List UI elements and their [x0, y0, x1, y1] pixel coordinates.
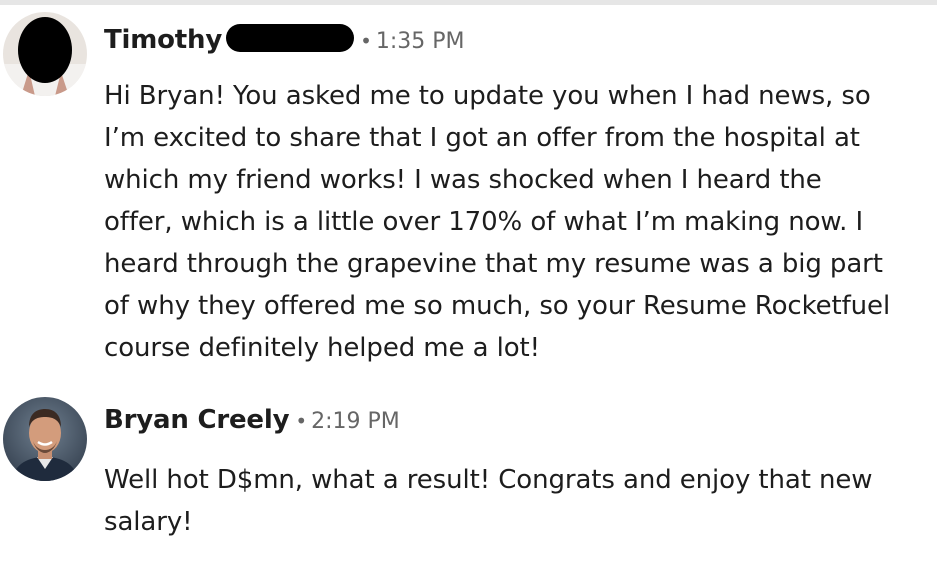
- sender-name[interactable]: Timothy: [104, 25, 222, 55]
- separator-dot: •: [295, 409, 308, 433]
- message-timestamp: 2:19 PM: [311, 409, 400, 434]
- message-header: Timothy • 1:35 PM: [104, 20, 465, 55]
- redaction-bar: [226, 24, 355, 52]
- message-timestamp: 1:35 PM: [375, 29, 465, 54]
- message-header: Bryan Creely • 2:19 PM: [104, 405, 400, 435]
- separator-dot: •: [360, 29, 372, 53]
- avatar[interactable]: [3, 397, 87, 481]
- avatar-image: [3, 397, 87, 481]
- top-divider: [0, 0, 937, 5]
- message-body: Hi Bryan! You asked me to update you whe…: [104, 81, 891, 363]
- message-body: Well hot D$mn, what a result! Congrats a…: [104, 465, 873, 537]
- avatar-image: [3, 12, 87, 96]
- avatar[interactable]: [3, 12, 87, 96]
- sender-name[interactable]: Bryan Creely: [104, 405, 290, 435]
